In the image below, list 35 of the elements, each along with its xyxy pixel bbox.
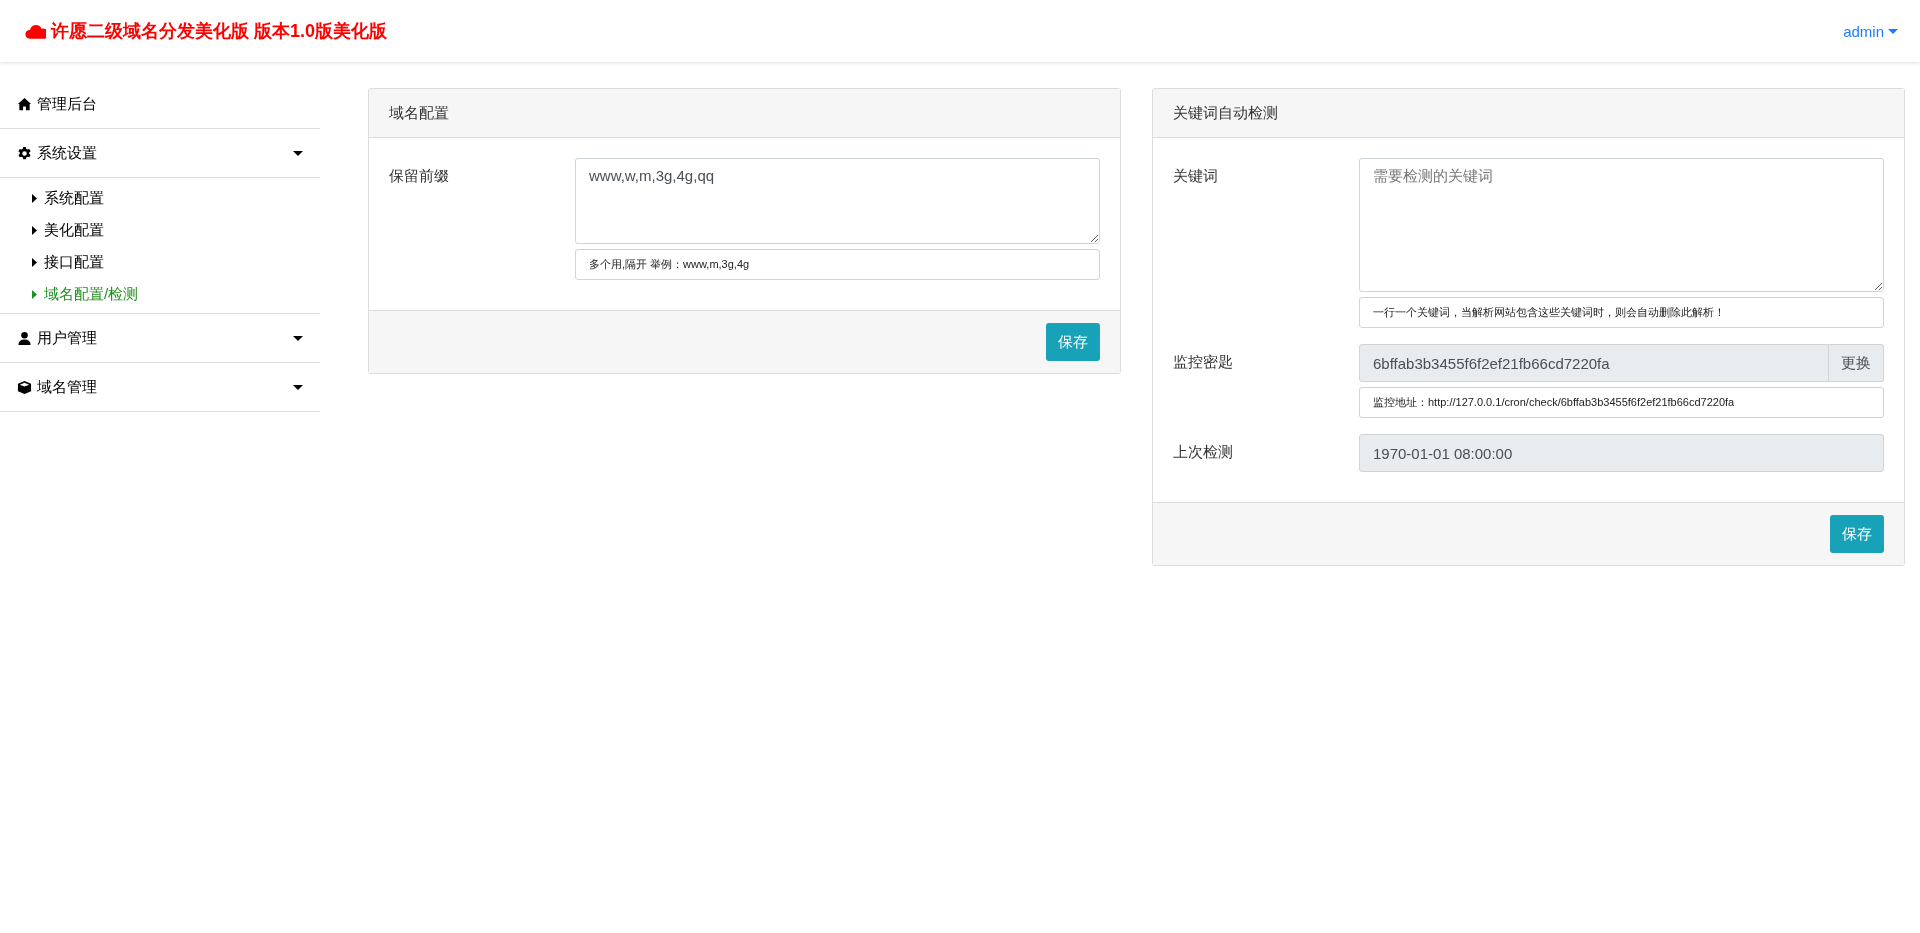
gear-icon bbox=[17, 145, 32, 161]
caret-down-icon bbox=[293, 150, 303, 156]
text-area-field[interactable]: 需要检测的关键词 bbox=[1359, 158, 1884, 292]
field-label: 关键词 bbox=[1173, 166, 1219, 186]
user-menu[interactable]: admin bbox=[1843, 22, 1898, 40]
user-icon bbox=[17, 330, 32, 346]
submenu-item[interactable]: 接口配置 bbox=[0, 246, 320, 278]
field-label: 上次检测 bbox=[1173, 442, 1234, 462]
caret-right-icon bbox=[32, 225, 37, 235]
help-text: 一行一个关键词，当解析网站包含这些关键词时，则会自动删除此解析！ bbox=[1359, 297, 1884, 328]
field-label: 保留前缀 bbox=[389, 166, 450, 186]
caret-right-icon bbox=[32, 289, 37, 299]
text-area-field[interactable]: www,w,m,3g,4g,qq bbox=[575, 158, 1100, 244]
home-icon bbox=[17, 96, 32, 112]
submenu-item[interactable]: 系统配置 bbox=[0, 182, 320, 214]
site-title[interactable]: 许愿二级域名分发美化版 版本1.0版美化版 bbox=[51, 19, 388, 43]
cloud-icon bbox=[24, 22, 46, 40]
caret-down-icon bbox=[293, 384, 303, 390]
help-text: 监控地址：http://127.0.0.1/cron/check/6bffab3b3455f6f2ef21fb66cd7220fa bbox=[1359, 387, 1884, 418]
caret-right-icon bbox=[32, 193, 37, 203]
submenu-item[interactable]: 美化配置 bbox=[0, 214, 320, 246]
caret-down-icon bbox=[1888, 28, 1898, 34]
field-label: 监控密匙 bbox=[1173, 352, 1234, 372]
card-title: 关键词自动检测 bbox=[1173, 103, 1278, 123]
caret-right-icon bbox=[32, 257, 37, 267]
submenu-item[interactable]: 域名配置/检测 bbox=[0, 278, 320, 310]
caret-down-icon bbox=[293, 335, 303, 341]
sidebar-item[interactable]: 用户管理 bbox=[0, 314, 320, 363]
sidebar-item[interactable]: 域名管理 bbox=[0, 363, 320, 412]
readonly-field[interactable]: 1970-01-01 08:00:00 bbox=[1359, 434, 1884, 472]
key-field[interactable]: 6bffab3b3455f6f2ef21fb66cd7220fa bbox=[1359, 344, 1829, 382]
change-button[interactable]: 更换 bbox=[1829, 344, 1884, 382]
card-title: 域名配置 bbox=[389, 103, 449, 123]
cube-icon bbox=[17, 379, 32, 395]
help-text: 多个用,隔开 举例：www,m,3g,4g bbox=[575, 249, 1100, 280]
